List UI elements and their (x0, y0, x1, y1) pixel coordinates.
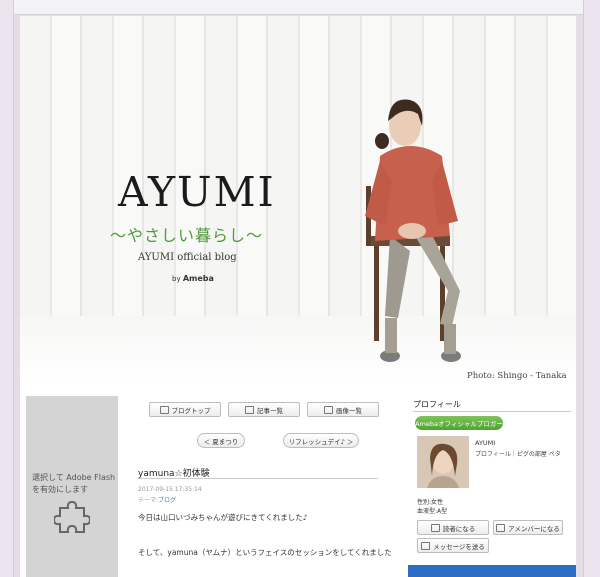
ameba-brand: Ameba (182, 274, 214, 283)
profile-name[interactable]: AYUMI (475, 439, 495, 447)
blog-name: AYUMI official blog (138, 252, 237, 263)
blog-top-label: ブログトップ (171, 406, 211, 415)
flash-message: 選択して Adobe Flash を有効にします (32, 473, 116, 494)
member-button-label: アメンバーになる (508, 524, 560, 533)
reader-button-label: 読者になる (442, 524, 476, 533)
official-blogger-badge: Amebaオフィシャルブロガー (415, 416, 503, 430)
become-reader-button[interactable]: 読者になる (417, 520, 489, 535)
theme-label: テーマ: (138, 497, 159, 504)
message-button-label: メッセージを送る (433, 542, 485, 551)
profile-divider (413, 411, 571, 412)
reader-icon (430, 523, 440, 532)
avatar[interactable] (417, 436, 469, 488)
image-list-button[interactable]: 画像一覧 (307, 402, 379, 417)
profile-blood-type: 血液型:A型 (417, 508, 448, 515)
ameba-logo: by Ameba (172, 274, 214, 283)
prev-post-label: ＜ 夏まつり (203, 437, 239, 446)
post-divider (138, 478, 378, 479)
post-theme: テーマ:ブログ (138, 495, 176, 504)
mail-icon (421, 541, 431, 550)
send-message-button[interactable]: メッセージを送る (417, 538, 489, 553)
puzzle-icon (54, 500, 90, 533)
post-date: 2017-09-15 17:35:14 (138, 486, 202, 493)
blog-title[interactable]: AYUMI (118, 168, 276, 216)
post-body-line: そして、yamuna（ヤムナ）というフェイスのセッションをしてくれました (138, 548, 392, 557)
camera-icon (324, 405, 333, 414)
article-list-button[interactable]: 記事一覧 (228, 402, 300, 417)
profile-links[interactable]: プロフィール｜ピグの部屋 ペタ (475, 450, 565, 459)
browser-frame: AYUMI ～やさしい暮らし～ AYUMI official blog by A… (0, 0, 600, 577)
top-strip (0, 0, 600, 15)
photo-credit: Photo: Shingo - Tanaka (467, 371, 567, 381)
blog-subtitle: ～やさしい暮らし～ (110, 226, 264, 245)
article-list-label: 記事一覧 (257, 406, 283, 415)
next-post-label: リフレッシュデイ♪ ＞ (288, 437, 354, 446)
theme-link[interactable]: ブログ (158, 497, 176, 504)
left-border (0, 0, 14, 577)
blog-top-button[interactable]: ブログトップ (149, 402, 221, 417)
by-label: by (172, 275, 181, 283)
scrollbar[interactable] (583, 0, 600, 577)
document-icon (245, 405, 254, 414)
flash-placeholder[interactable]: 選択して Adobe Flash を有効にします (26, 396, 118, 577)
home-icon (159, 405, 169, 414)
image-list-label: 画像一覧 (336, 406, 362, 415)
next-post-link[interactable]: リフレッシュデイ♪ ＞ (283, 433, 359, 448)
post-body-line: 今日は山口いづみちゃんが遊びにきてくれました♪ (138, 513, 308, 522)
profile-gender: 性別:女性 (417, 499, 444, 506)
member-icon (496, 523, 506, 532)
blog-header[interactable]: AYUMI ～やさしい暮らし～ AYUMI official blog by A… (20, 16, 576, 386)
profile-heading: プロフィール (413, 400, 461, 409)
become-member-button[interactable]: アメンバーになる (493, 520, 563, 535)
prev-post-link[interactable]: ＜ 夏まつり (197, 433, 245, 448)
header-photo-person (365, 99, 461, 362)
ad-banner[interactable] (408, 565, 576, 577)
